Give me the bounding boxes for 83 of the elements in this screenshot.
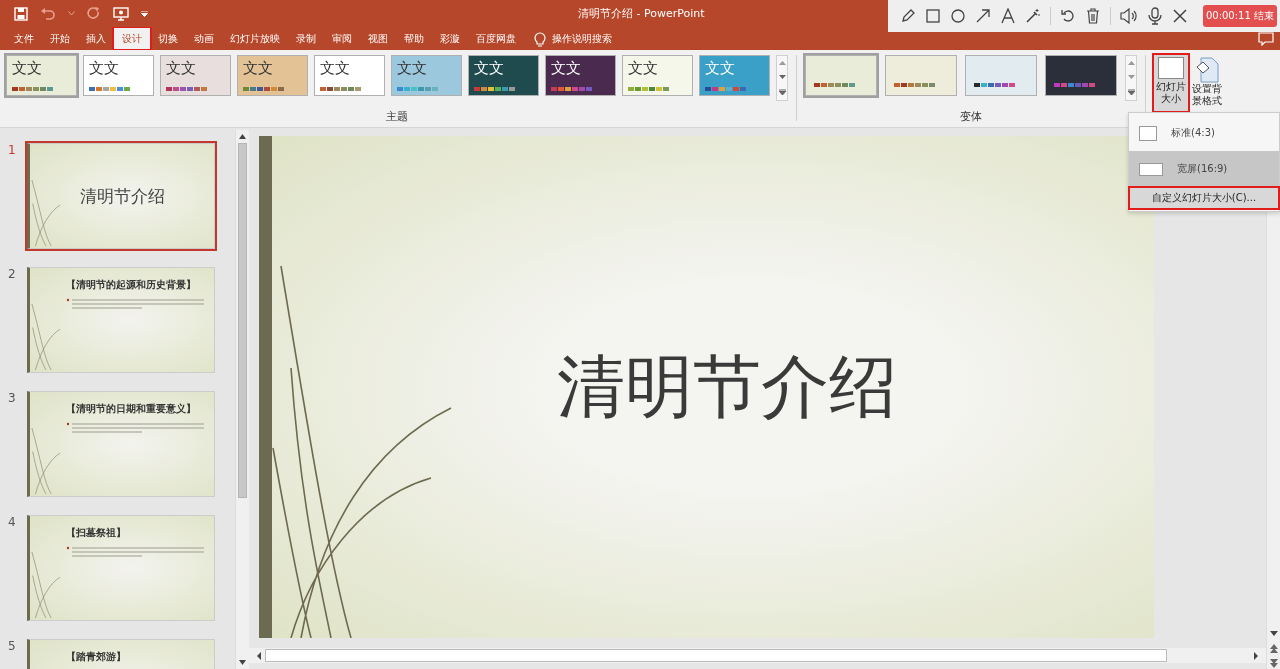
gallery-scrollbar[interactable] <box>1125 55 1137 101</box>
grass-drawing <box>31 552 61 618</box>
ribbon-tab[interactable]: 帮助 <box>396 28 432 49</box>
theme-thumbnail[interactable]: 文文 <box>468 55 539 96</box>
slide-thumbnail[interactable]: 【清明节的起源和历史背景】 <box>27 267 215 373</box>
microphone-icon[interactable] <box>1147 7 1163 25</box>
arrow-icon[interactable] <box>975 8 991 24</box>
theme-thumbnail[interactable]: 文文 <box>83 55 154 96</box>
theme-thumbnail[interactable]: 文文 <box>160 55 231 96</box>
group-label: 变体 <box>960 109 982 125</box>
ribbon-tab[interactable]: 设计 <box>114 28 150 49</box>
gallery-scrollbar[interactable] <box>776 55 788 101</box>
slide-thumbnail[interactable]: 【扫墓祭祖】 <box>27 515 215 621</box>
ribbon-tab[interactable]: 录制 <box>288 28 324 49</box>
scroll-left-icon[interactable] <box>255 651 263 660</box>
grass-drawing <box>31 180 61 246</box>
ribbon-tab[interactable]: 百度网盘 <box>468 28 524 49</box>
tell-me-search[interactable]: 操作说明搜索 <box>552 31 612 46</box>
slide-number: 5 <box>8 639 15 655</box>
slide-thumbnail[interactable]: 【踏青郊游】 <box>27 639 215 669</box>
circle-icon[interactable] <box>950 8 966 24</box>
save-icon[interactable] <box>14 6 28 21</box>
format-background-button[interactable]: 设置背景格式 <box>1190 55 1224 111</box>
ribbon-tab[interactable]: 文件 <box>6 28 42 49</box>
customize-icon[interactable] <box>141 10 148 17</box>
stop-recording-button[interactable]: 00:00:11 结束 <box>1202 5 1277 27</box>
slide-size-button[interactable]: 幻灯片大小 <box>1154 55 1188 111</box>
theme-thumbnail[interactable]: 文文 <box>314 55 385 96</box>
menu-item[interactable]: 标准(4:3) <box>1129 115 1279 151</box>
slide-thumbnail[interactable]: 【清明节的日期和重要意义】 <box>27 391 215 497</box>
ribbon-tab[interactable]: 审阅 <box>324 28 360 49</box>
trash-icon[interactable] <box>1085 8 1101 24</box>
grass-drawing <box>31 428 61 494</box>
text-tool-icon[interactable] <box>1000 8 1016 24</box>
slide-title: 清明节介绍 <box>79 184 165 208</box>
slide-number: 3 <box>8 391 15 407</box>
redo-icon[interactable] <box>87 6 101 21</box>
slide-heading: 【清明节的日期和重要意义】 <box>66 402 197 416</box>
slide-title: 清明节介绍 <box>556 345 897 428</box>
menu-item[interactable]: 宽屏(16:9) <box>1129 151 1279 187</box>
undo-icon[interactable] <box>1060 8 1076 24</box>
theme-thumbnail[interactable]: 文文 <box>237 55 308 96</box>
lightbulb-icon <box>534 30 546 47</box>
presentation-icon[interactable] <box>113 6 129 21</box>
slide-number: 2 <box>8 267 15 283</box>
pencil-icon[interactable] <box>900 8 916 24</box>
ribbon-tab[interactable]: 彩漩 <box>432 28 468 49</box>
scroll-right-icon[interactable] <box>1252 651 1260 660</box>
ribbon-tab[interactable]: 视图 <box>360 28 396 49</box>
scroll-down-icon[interactable] <box>778 75 786 79</box>
ribbon-tab[interactable]: 插入 <box>78 28 114 49</box>
group-label: 主题 <box>386 109 408 125</box>
variant-thumbnail[interactable] <box>965 55 1037 96</box>
menu-item[interactable]: 自定义幻灯片大小(C)... <box>1129 187 1279 209</box>
expand-gallery-icon[interactable] <box>778 89 786 95</box>
variant-thumbnail[interactable] <box>805 55 877 96</box>
theme-thumbnail[interactable]: 文文 <box>391 55 462 96</box>
scrollbar[interactable] <box>235 130 249 669</box>
ribbon-tab[interactable]: 开始 <box>42 28 78 49</box>
variant-thumbnail[interactable] <box>885 55 957 96</box>
speaker-icon[interactable] <box>1120 8 1138 24</box>
theme-thumbnail[interactable]: 文文 <box>622 55 693 96</box>
slide-number: 4 <box>8 515 15 531</box>
close-icon[interactable] <box>1172 8 1188 24</box>
ribbon-tab[interactable]: 动画 <box>186 28 222 49</box>
grass-drawing <box>31 304 61 370</box>
scroll-arrows-icon[interactable] <box>1269 629 1278 669</box>
rectangle-icon[interactable] <box>925 8 941 24</box>
magic-wand-icon[interactable] <box>1025 8 1041 24</box>
theme-thumbnail[interactable]: 文文 <box>6 55 77 96</box>
slide-thumbnail[interactable]: 清明节介绍 <box>27 143 215 249</box>
scrollbar[interactable] <box>249 648 1266 663</box>
ribbon-tab[interactable]: 幻灯片放映 <box>222 28 288 49</box>
ribbon-tab[interactable]: 切换 <box>150 28 186 49</box>
comment-icon[interactable] <box>1258 31 1274 46</box>
expand-gallery-icon[interactable] <box>1127 89 1135 95</box>
theme-thumbnail[interactable]: 文文 <box>545 55 616 96</box>
slide-number: 1 <box>8 143 15 159</box>
slide-heading: 【扫墓祭祖】 <box>66 526 127 540</box>
slide-heading: 【踏青郊游】 <box>66 650 127 664</box>
window-title: 清明节介绍 - PowerPoint <box>578 6 705 21</box>
variant-thumbnail[interactable] <box>1045 55 1117 96</box>
slide-heading: 【清明节的起源和历史背景】 <box>66 278 197 292</box>
